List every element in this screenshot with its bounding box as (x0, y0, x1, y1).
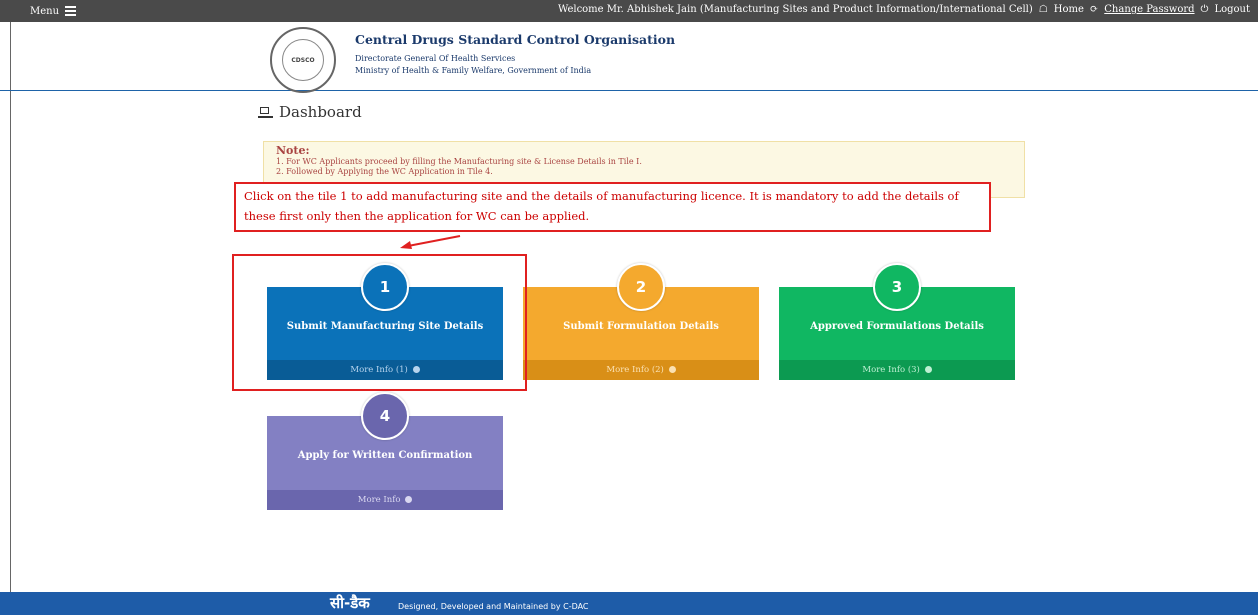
org-subtitle-2: Ministry of Health & Family Welfare, Gov… (355, 66, 592, 75)
note-line-2: 2. Followed by Applying the WC Applicati… (276, 167, 493, 176)
menu-label: Menu (30, 5, 60, 17)
instruction-callout: Click on the tile 1 to add manufacturing… (234, 182, 991, 232)
tile-number-badge: 3 (873, 263, 921, 311)
hamburger-icon (65, 4, 77, 18)
cdsco-seal-logo: CDSCO (270, 27, 336, 93)
logout-link[interactable]: Logout (1214, 4, 1250, 15)
home-link[interactable]: Home (1054, 4, 1084, 15)
top-bar: Menu Welcome Mr. Abhishek Jain (Manufact… (0, 0, 1258, 22)
org-title: Central Drugs Standard Control Organisat… (355, 32, 676, 47)
seal-center: CDSCO (282, 39, 324, 81)
laptop-icon (258, 106, 273, 118)
arrow-circle-right-icon (405, 496, 413, 503)
tile-more-info-link[interactable]: More Info (3) (779, 360, 1015, 380)
tile-label: Submit Formulation Details (563, 321, 719, 332)
power-icon[interactable]: ⏻ (1201, 4, 1209, 15)
arrow-annotation-icon (400, 235, 461, 249)
tile-label: Apply for Written Confirmation (297, 450, 473, 461)
welcome-text: Welcome Mr. Abhishek Jain (Manufacturing… (557, 4, 1033, 15)
tile-number-badge: 4 (361, 392, 409, 440)
tile-more-info-link[interactable]: More Info (267, 490, 503, 510)
note-line-1: 1. For WC Applicants proceed by filling … (276, 157, 642, 166)
footer-text: Designed, Developed and Maintained by C-… (398, 602, 589, 611)
page-title: Dashboard (258, 103, 362, 121)
org-subtitle-1: Directorate General Of Health Services (355, 54, 516, 63)
arrow-circle-right-icon (924, 366, 932, 373)
cdac-logo: सी-डैक (330, 594, 370, 612)
tile-label: Approved Formulations Details (810, 321, 984, 332)
left-border (10, 22, 11, 592)
refresh-icon[interactable]: ⟳ (1090, 4, 1098, 15)
tile-more-info-link[interactable]: More Info (2) (523, 360, 759, 380)
page-title-text: Dashboard (279, 103, 362, 121)
arrow-circle-right-icon (668, 366, 676, 373)
note-heading: Note: (276, 144, 310, 157)
site-header: CDSCO Central Drugs Standard Control Org… (0, 22, 1258, 93)
home-icon[interactable]: ☖ (1039, 4, 1048, 15)
menu-toggle[interactable]: Menu (30, 4, 77, 18)
change-password-link[interactable]: Change Password (1104, 4, 1194, 15)
user-nav: Welcome Mr. Abhishek Jain (Manufacturing… (558, 4, 1250, 15)
tile-number-badge: 2 (617, 263, 665, 311)
site-footer: सी-डैक Designed, Developed and Maintaine… (0, 592, 1258, 615)
highlight-box-tile-1 (232, 254, 527, 391)
